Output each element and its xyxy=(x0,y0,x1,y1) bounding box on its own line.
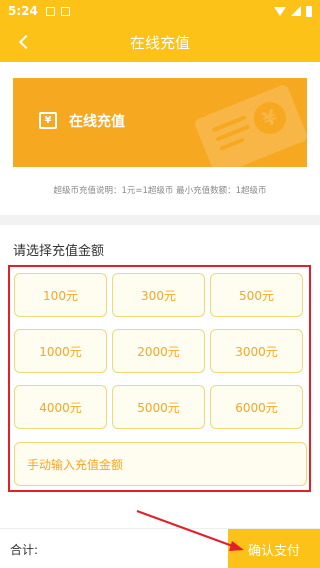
status-bar: 5:24 xyxy=(0,0,320,22)
signal-icon xyxy=(291,6,301,16)
back-chevron-icon xyxy=(18,34,34,50)
section-divider xyxy=(0,215,320,225)
battery-icon xyxy=(306,5,312,17)
wallet-yen-icon: ¥ xyxy=(39,112,57,129)
bottom-bar: 合计: 确认支付 xyxy=(0,528,320,568)
manual-amount-input[interactable]: 手动输入充值金额 xyxy=(14,442,307,486)
total-label: 合计: xyxy=(10,543,39,557)
amount-option-500[interactable]: 500元 xyxy=(210,273,303,317)
amount-option-1000[interactable]: 1000元 xyxy=(14,329,107,373)
photo-notification-icon xyxy=(60,6,70,16)
amount-option-100[interactable]: 100元 xyxy=(14,273,107,317)
section-title: 请选择充值金额 xyxy=(13,244,105,259)
wifi-icon xyxy=(274,6,286,16)
amount-option-5000[interactable]: 5000元 xyxy=(112,385,205,429)
recharge-description: 超级币充值说明：1元=1超级币 最小充值数额：1超级币 xyxy=(53,186,267,196)
confirm-pay-button[interactable]: 确认支付 xyxy=(228,529,320,568)
card-decoration-icon: ¥ xyxy=(193,83,307,167)
amount-option-300[interactable]: 300元 xyxy=(112,273,205,317)
status-right-icons xyxy=(274,5,312,17)
download-notification-icon xyxy=(45,6,55,16)
nav-bar: 在线充值 xyxy=(0,22,320,62)
amount-option-6000[interactable]: 6000元 xyxy=(210,385,303,429)
page-title: 在线充值 xyxy=(129,33,190,52)
status-time: 5:24 xyxy=(8,4,38,18)
card-stripe xyxy=(219,137,245,151)
yen-coin-icon: ¥ xyxy=(249,97,291,139)
amount-option-2000[interactable]: 2000元 xyxy=(112,329,205,373)
recharge-banner: ¥ 在线充值 ¥ xyxy=(13,78,307,167)
amount-selection-box: 100元 300元 500元 1000元 2000元 3000元 4000元 5… xyxy=(8,265,311,492)
amount-option-4000[interactable]: 4000元 xyxy=(14,385,107,429)
back-button[interactable] xyxy=(12,30,36,54)
amount-option-3000[interactable]: 3000元 xyxy=(210,329,303,373)
banner-label: 在线充值 xyxy=(69,114,125,130)
